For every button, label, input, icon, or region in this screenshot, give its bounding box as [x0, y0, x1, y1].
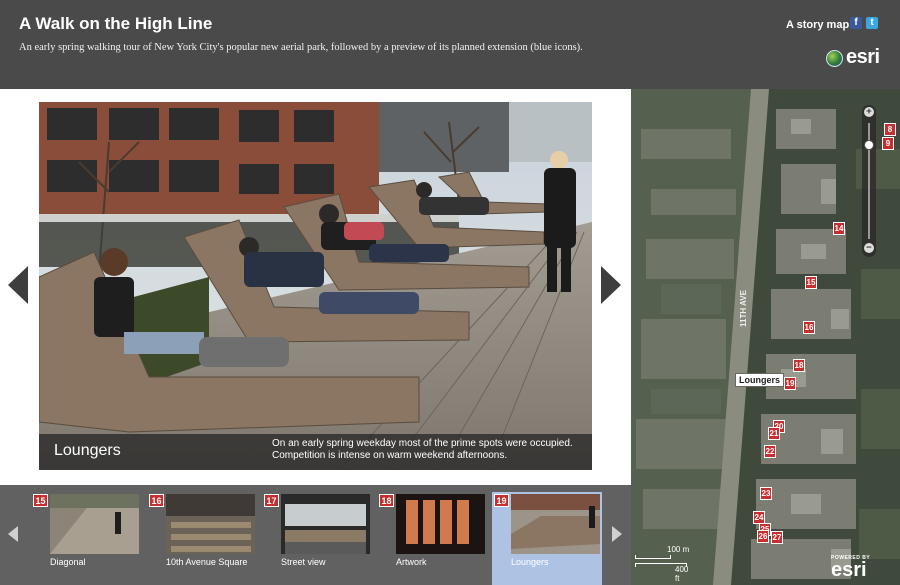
loungers-photo-illustration — [39, 102, 592, 470]
scale-bar: 100 m 400 ft — [635, 545, 691, 583]
thumbnail-image — [396, 494, 485, 554]
scale-label-imperial: 400 ft — [675, 565, 689, 583]
map-marker[interactable]: 22 — [764, 445, 776, 458]
caption-title: Loungers — [54, 442, 121, 459]
carousel-next-icon[interactable] — [612, 526, 622, 542]
powered-esri-text: esri — [831, 559, 867, 581]
thumbnail-number: 15 — [33, 494, 48, 507]
map-marker[interactable]: 9 — [882, 137, 894, 150]
map-marker[interactable]: 8 — [884, 123, 896, 136]
thumbnail-item[interactable]: 18 Artwork — [377, 492, 487, 582]
thumbnail-item[interactable]: 17 Street view — [262, 492, 372, 582]
caption-bar: Loungers On an early spring weekday most… — [39, 434, 592, 470]
thumbnail-label: Street view — [281, 557, 326, 567]
thumbnail-image — [281, 494, 370, 554]
globe-icon — [826, 50, 843, 67]
map-tooltip: Loungers — [735, 373, 785, 387]
map-marker[interactable]: 26 — [757, 530, 769, 543]
story-map-label: A story map — [786, 19, 850, 31]
map-marker[interactable]: 23 — [760, 487, 772, 500]
esri-logo[interactable]: esri — [826, 46, 884, 70]
map-panel[interactable]: 11TH AVE 8 9 14 15 16 18 19 20 21 22 23 … — [631, 89, 900, 585]
next-arrow-icon[interactable] — [601, 266, 621, 304]
thumbnail-label: Loungers — [511, 557, 549, 567]
caption-text: On an early spring weekday most of the p… — [272, 438, 582, 462]
thumbnail-number: 18 — [379, 494, 394, 507]
zoom-control[interactable]: + − — [862, 105, 876, 257]
main-photo — [39, 102, 592, 470]
zoom-out-button[interactable]: − — [864, 243, 874, 253]
thumbnail-image — [50, 494, 139, 554]
thumbnail-image — [511, 494, 600, 554]
map-marker[interactable]: 15 — [805, 276, 817, 289]
twitter-icon[interactable]: t — [866, 17, 878, 29]
main-panel: Loungers On an early spring weekday most… — [0, 89, 631, 485]
map-marker[interactable]: 16 — [803, 321, 815, 334]
caption-line-1: On an early spring weekday most of the p… — [272, 438, 573, 449]
powered-by-esri-logo[interactable]: POWERED BY esri — [831, 555, 897, 583]
thumbnail-label: 10th Avenue Square — [166, 557, 248, 567]
zoom-slider-handle[interactable] — [864, 140, 874, 150]
page-title: A Walk on the High Line — [19, 14, 213, 33]
thumbnail-number: 16 — [149, 494, 164, 507]
scale-label-metric: 100 m — [667, 545, 690, 554]
map-marker[interactable]: 18 — [793, 359, 805, 372]
thumbnail-label: Diagonal — [50, 557, 86, 567]
map-marker[interactable]: 19 — [784, 377, 796, 390]
page-subtitle: An early spring walking tour of New York… — [19, 42, 583, 53]
map-marker[interactable]: 14 — [833, 222, 845, 235]
zoom-in-button[interactable]: + — [864, 107, 874, 117]
thumbnail-carousel: 15 Diagonal 16 10th Avenue Square 17 Str… — [0, 485, 631, 585]
previous-arrow-icon[interactable] — [8, 266, 28, 304]
facebook-icon[interactable]: f — [850, 17, 862, 29]
thumbnail-item[interactable]: 16 10th Avenue Square — [147, 492, 257, 582]
thumbnail-number: 19 — [494, 494, 509, 507]
thumbnail-label: Artwork — [396, 557, 427, 567]
satellite-imagery — [631, 89, 900, 585]
map-marker[interactable]: 27 — [771, 531, 783, 544]
caption-line-2: Competition is intense on warm weekend a… — [272, 450, 508, 461]
thumbnail-item[interactable]: 15 Diagonal — [31, 492, 141, 582]
scale-line-metric — [635, 555, 671, 559]
map-marker[interactable]: 21 — [768, 427, 780, 440]
carousel-previous-icon[interactable] — [8, 526, 18, 542]
thumbnail-number: 17 — [264, 494, 279, 507]
avenue-label: 11TH AVE — [739, 290, 748, 327]
header: A Walk on the High Line An early spring … — [0, 0, 900, 89]
thumbnail-image — [166, 494, 255, 554]
thumbnail-item-selected[interactable]: 19 Loungers — [492, 492, 602, 585]
esri-logo-text: esri — [846, 46, 880, 68]
